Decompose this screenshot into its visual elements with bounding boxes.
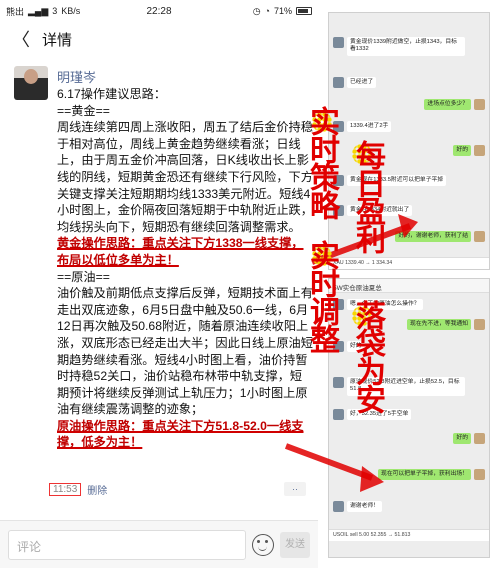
post-oil-strategy: 原油操作思路：重点关注下方51.8-52.0一线支撑，低多为主！ <box>57 418 304 450</box>
avatar <box>333 37 344 48</box>
signal-label: 3 <box>52 6 58 16</box>
avatar <box>333 377 344 388</box>
post-oil-analysis: 油价触及前期低点支撑后反弹，短期技术面上有走出双底迹象，6月5日盘中触及50.6… <box>57 286 313 417</box>
annotation-take-profit: 落袋为安 <box>350 300 385 412</box>
network-speed: KB/s <box>61 6 81 16</box>
avatar <box>333 501 344 512</box>
post-line-oil-header: ==原油== <box>57 269 110 284</box>
chat-header: 5W实仓原油夏总 <box>329 279 489 293</box>
avatar <box>333 77 344 88</box>
chat-message: 好的，谢谢老师，获利了结 <box>395 231 485 243</box>
avatar <box>474 231 485 242</box>
chat-bubble: 好的 <box>453 145 471 157</box>
post-content: 6.17操作建议思路： ==黄金== 周线连续第四周上涨收阳，周五了结后金价持稳… <box>57 86 313 451</box>
send-button[interactable]: 发送 <box>280 531 310 558</box>
comment-bar: 评论 发送 <box>0 520 318 568</box>
chat-bubble: 好的 <box>453 433 471 445</box>
chat-bubble: 黄金现价1339附近做空，止损1343，目标看1332 <box>347 37 465 56</box>
alarm-icon: ◷ <box>252 5 261 16</box>
page-title: 详情 <box>42 31 73 49</box>
chat-bubble: 现在可以把单子平掉，获利出场！ <box>378 469 471 481</box>
post-gold-analysis: 周线连续第四周上涨收阳，周五了结后金价持稳于相对高位，周线上黄金趋势继续看涨；日… <box>57 120 313 234</box>
chat-message: 现在可以把单子平掉，获利出场！ <box>378 469 485 481</box>
trade-record: XAU 1339.40 → 1 334.34 <box>329 257 489 269</box>
trade-record: USOIL sell 5.00 52.355 → 51.813 <box>329 529 489 541</box>
battery-icon <box>296 7 312 15</box>
chat-message: 现在先不进，等我通知 <box>407 319 485 331</box>
annotation-daily-profit: 每日盈利 <box>350 140 385 252</box>
more-button[interactable]: ·· <box>284 482 306 496</box>
chat-bubble: 已经进了 <box>347 77 377 89</box>
comment-input[interactable]: 评论 <box>8 529 246 560</box>
chevron-left-icon[interactable]: 〈 <box>12 26 30 52</box>
avatar[interactable] <box>14 66 48 100</box>
chat-message: 好的 <box>453 433 485 445</box>
delete-link[interactable]: 删除 <box>87 482 107 497</box>
battery-percent: 71% <box>273 6 292 16</box>
chat-bubble: 谢谢老师！ <box>347 501 382 513</box>
wifi-icon: ◔ <box>264 6 270 16</box>
post-line-gold-header: ==黄金== <box>57 103 110 118</box>
annotation-realtime-strategy: 实时策略 <box>304 106 339 218</box>
status-time: 22:28 <box>146 5 172 17</box>
chat-bubble: 1339.4进了2手 <box>347 121 392 133</box>
author-name[interactable]: 明瑾岑 <box>57 67 96 86</box>
chat-message: 已经进了 <box>333 77 377 89</box>
nav-bar: 〈 详情 <box>0 22 318 56</box>
avatar <box>474 319 485 330</box>
avatar <box>474 469 485 480</box>
status-bar: 熊出 ▂▄▆ 3 KB/s 22:28 ◷ ◔ 71% <box>0 0 318 22</box>
avatar <box>474 145 485 156</box>
post-gold-strategy: 黄金操作思路：重点关注下方1338一线支撑，布局以低位多单为主！ <box>57 236 304 267</box>
chat-message: 1339.4进了2手 <box>333 121 392 133</box>
annotation-realtime-adjust: 实时调整 <box>304 240 339 352</box>
post-line-title: 6.17操作建议思路： <box>57 87 167 101</box>
signal-icon: ▂▄▆ <box>28 5 49 16</box>
post-time: 11:53 <box>49 483 82 496</box>
moments-detail-screen: 熊出 ▂▄▆ 3 KB/s 22:28 ◷ ◔ 71% 〈 详情 明瑾岑 6.1… <box>0 0 318 568</box>
chat-message: 谢谢老师！ <box>333 501 382 513</box>
carrier-label: 熊出 <box>6 6 25 17</box>
chat-bubble: 好的，谢谢老师，获利了结 <box>395 231 471 243</box>
avatar <box>333 409 344 420</box>
chat-bubble: 现在先不进，等我通知 <box>407 319 471 331</box>
post-meta: 11:53 删除 <box>49 482 107 497</box>
chat-bubble: 进场点位多少？ <box>424 99 471 111</box>
chat-message: 黄金现价1339附近做空，止损1343，目标看1332 <box>333 37 465 56</box>
emoji-icon[interactable] <box>252 533 274 556</box>
chat-message: 进场点位多少？ <box>424 99 485 111</box>
avatar <box>474 433 485 444</box>
chat-message: 好的 <box>453 145 485 157</box>
avatar <box>474 99 485 110</box>
